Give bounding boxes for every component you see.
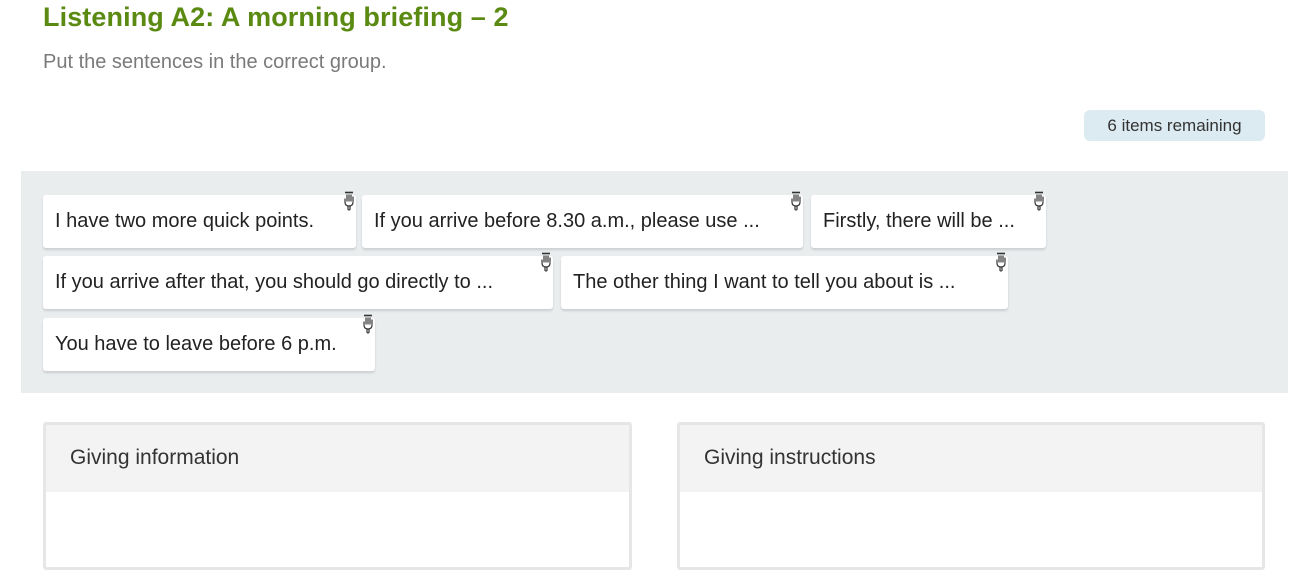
item-label: I have two more quick points. [55, 210, 315, 232]
drag-items-pool: I have two more quick points. If you arr… [21, 171, 1288, 393]
item-label: If you arrive after that, you should go … [55, 271, 493, 293]
page-title: Listening A2: A morning briefing – 2 [43, 2, 509, 32]
group-giving-instructions[interactable]: Giving instructions [677, 422, 1265, 570]
item-label: You have to leave before 6 p.m. [55, 333, 337, 355]
draggable-item[interactable]: If you arrive before 8.30 a.m., please u… [362, 191, 803, 248]
hand-drag-icon [996, 252, 1006, 272]
drop-zone[interactable] [680, 492, 1262, 570]
item-label: The other thing I want to tell you about… [573, 271, 956, 293]
draggable-item[interactable]: You have to leave before 6 p.m. [43, 314, 375, 371]
hand-drag-icon [541, 252, 551, 272]
group-title: Giving instructions [680, 425, 1262, 492]
hand-drag-icon [791, 191, 801, 211]
group-giving-information[interactable]: Giving information [43, 422, 632, 570]
drop-zone[interactable] [46, 492, 629, 570]
item-label: Firstly, there will be ... [823, 210, 1015, 232]
draggable-item[interactable]: I have two more quick points. [43, 191, 356, 248]
draggable-item[interactable]: Firstly, there will be ... [811, 191, 1046, 248]
items-remaining-badge: 6 items remaining [1084, 110, 1265, 141]
item-label: If you arrive before 8.30 a.m., please u… [374, 210, 760, 232]
exercise-page: Listening A2: A morning briefing – 2 Put… [0, 0, 1313, 574]
group-title: Giving information [46, 425, 629, 492]
hand-drag-icon [1034, 191, 1044, 211]
instructions-text: Put the sentences in the correct group. [43, 51, 387, 73]
hand-drag-icon [363, 314, 373, 334]
draggable-item[interactable]: If you arrive after that, you should go … [43, 252, 553, 309]
draggable-item[interactable]: The other thing I want to tell you about… [561, 252, 1008, 309]
hand-drag-icon [344, 191, 354, 211]
